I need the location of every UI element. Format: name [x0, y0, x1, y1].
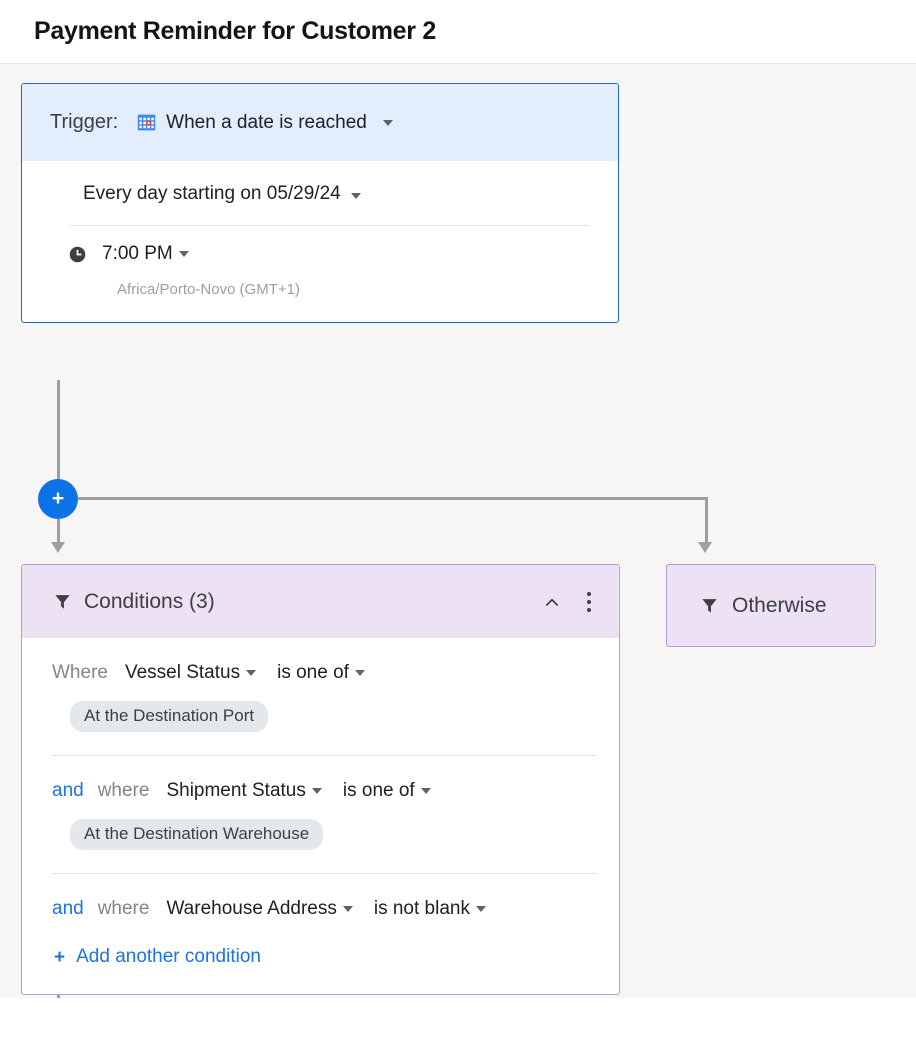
condition-operator-value: is not blank — [373, 898, 470, 919]
condition-where-label: where — [97, 898, 150, 919]
condition-row[interactable]: Where Vessel Status is one of At the Des… — [22, 638, 619, 732]
chevron-up-icon[interactable] — [543, 593, 585, 611]
add-step-button[interactable]: + — [38, 479, 78, 519]
condition-value-chip[interactable]: At the Destination Warehouse — [70, 819, 324, 850]
connector-trigger-to-plus — [57, 380, 60, 480]
workflow-canvas: Trigger: When a date is reached Every da… — [0, 64, 916, 998]
add-another-condition-label: Add another condition — [76, 946, 261, 967]
chevron-down-icon — [311, 788, 322, 794]
trigger-type-value: When a date is reached — [166, 111, 367, 133]
condition-operator-dropdown[interactable]: is one of — [343, 780, 431, 802]
funnel-icon — [54, 593, 71, 610]
trigger-type-dropdown[interactable]: When a date is reached — [137, 112, 393, 134]
condition-field-value: Warehouse Address — [166, 898, 337, 919]
chevron-down-icon — [354, 670, 365, 676]
otherwise-label: Otherwise — [732, 593, 827, 617]
chevron-down-icon — [420, 788, 431, 794]
condition-field-value: Shipment Status — [166, 780, 306, 801]
chevron-down-icon — [351, 193, 362, 199]
chevron-down-icon — [342, 906, 353, 912]
clock-icon — [69, 246, 102, 263]
chevron-down-icon — [475, 906, 486, 912]
condition-operator-value: is one of — [342, 780, 415, 801]
condition-where-label: Where — [52, 662, 108, 683]
condition-operator-dropdown[interactable]: is not blank — [374, 898, 486, 920]
condition-where-label: where — [97, 780, 150, 801]
add-another-condition-button[interactable]: + Add another condition — [22, 920, 619, 994]
kebab-menu-icon[interactable] — [585, 590, 593, 614]
trigger-label: Trigger: — [50, 111, 119, 133]
arrowhead-otherwise — [698, 542, 712, 553]
trigger-schedule-value: Every day starting on 05/29/24 — [83, 183, 341, 204]
trigger-time-row[interactable]: 7:00 PM Africa/Porto-Novo (GMT+1) — [22, 226, 618, 322]
arrowhead-conditions — [51, 542, 65, 553]
condition-field-dropdown[interactable]: Shipment Status — [166, 780, 322, 802]
condition-value-chip[interactable]: At the Destination Port — [70, 701, 269, 732]
condition-row[interactable]: and where Warehouse Address is not blank — [22, 874, 619, 920]
plus-icon: + — [54, 946, 66, 968]
connector-branch-horizontal — [76, 497, 708, 500]
trigger-schedule-row[interactable]: Every day starting on 05/29/24 — [22, 161, 618, 225]
page-header: Payment Reminder for Customer 2 — [0, 0, 916, 64]
trigger-time-value: 7:00 PM — [102, 243, 173, 264]
condition-operator-dropdown[interactable]: is one of — [277, 662, 365, 684]
connector-to-otherwise — [705, 497, 708, 547]
trigger-card-header: Trigger: When a date is reached — [22, 84, 618, 161]
chevron-down-icon — [178, 251, 189, 257]
funnel-icon — [701, 597, 718, 614]
condition-field-dropdown[interactable]: Warehouse Address — [166, 898, 353, 920]
conditions-body: Where Vessel Status is one of At the Des… — [22, 638, 619, 994]
trigger-timezone: Africa/Porto-Novo (GMT+1) — [117, 281, 300, 298]
page-title: Payment Reminder for Customer 2 — [34, 17, 436, 45]
condition-row[interactable]: and where Shipment Status is one of At t… — [22, 756, 619, 850]
condition-conjunction[interactable]: and — [52, 780, 84, 802]
calendar-icon — [137, 113, 156, 132]
otherwise-card[interactable]: Otherwise — [666, 564, 876, 647]
conditions-card[interactable]: Conditions (3) Where Vessel Status is on… — [21, 564, 620, 995]
trigger-card[interactable]: Trigger: When a date is reached Every da… — [21, 83, 619, 323]
condition-conjunction[interactable]: and — [52, 898, 84, 920]
plus-icon: + — [51, 486, 65, 510]
chevron-down-icon — [246, 670, 257, 676]
condition-field-value: Vessel Status — [124, 662, 241, 683]
chevron-down-icon — [382, 119, 393, 126]
condition-field-dropdown[interactable]: Vessel Status — [124, 662, 257, 684]
condition-operator-value: is one of — [277, 662, 349, 683]
conditions-card-header[interactable]: Conditions (3) — [22, 565, 619, 638]
conditions-title: Conditions (3) — [84, 589, 215, 613]
